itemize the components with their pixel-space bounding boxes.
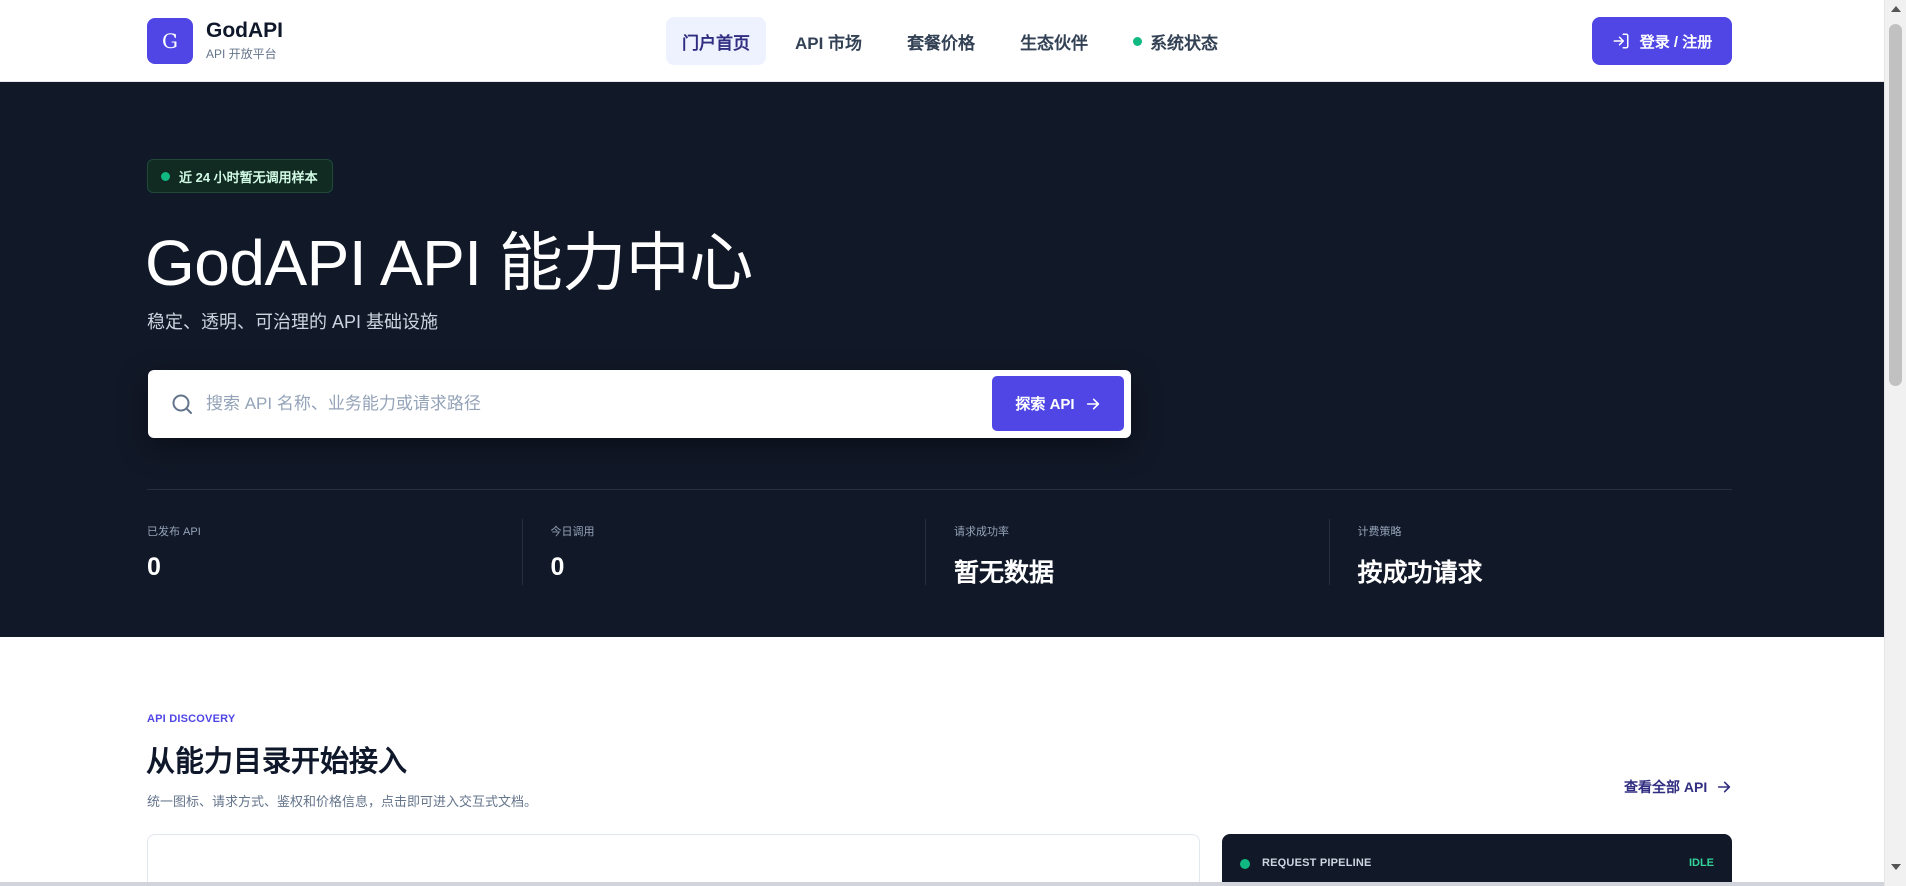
hero-section: 近 24 小时暂无调用样本 GodAPI API 能力中心 稳定、透明、可治理的… — [0, 82, 1884, 637]
pipeline-status-dot — [1240, 859, 1250, 869]
stat-label: 今日调用 — [550, 526, 595, 538]
badge-text: 近 24 小时暂无调用样本 — [179, 169, 318, 185]
section-subtitle: 统一图标、请求方式、鉴权和价格信息，点击即可进入交互式文档。 — [147, 794, 538, 809]
scrollbar-thumb[interactable] — [1889, 24, 1902, 386]
login-button[interactable]: 登录 / 注册 — [1592, 17, 1732, 65]
arrow-right-icon — [1718, 781, 1731, 793]
arrow-right-icon — [1086, 398, 1099, 409]
login-button-label: 登录 / 注册 — [1639, 33, 1713, 51]
login-icon — [1613, 33, 1629, 49]
brand-subtitle: API 开放平台 — [206, 47, 277, 61]
nav-item-partners[interactable]: 生态伙伴 — [1004, 17, 1104, 65]
scroll-down-arrow-icon[interactable] — [1891, 864, 1901, 870]
nav-item-pricing[interactable]: 套餐价格 — [891, 17, 991, 65]
api-catalog-card — [147, 834, 1200, 886]
nav-item-label: 生态伙伴 — [1020, 33, 1089, 53]
stat-label: 已发布 API — [147, 526, 201, 538]
brand-logo[interactable]: G — [147, 18, 193, 64]
nav-item-label: 系统状态 — [1150, 33, 1219, 53]
nav-item-label: API 市场 — [795, 33, 863, 53]
badge-status-dot — [161, 171, 170, 181]
section-title: 从能力目录开始接入 — [146, 746, 408, 778]
view-all-api-link[interactable]: 查看全部 API — [1624, 777, 1732, 797]
search-input[interactable] — [206, 387, 926, 421]
search-icon — [172, 394, 192, 414]
request-pipeline-panel: REQUEST PIPELINE IDLE — [1222, 834, 1732, 886]
hero-title: GodAPI API 能力中心 — [145, 227, 753, 299]
stat-label: 计费策略 — [1357, 526, 1402, 538]
main-nav: 门户首页 API 市场 套餐价格 生态伙伴 系统状态 — [666, 17, 1247, 65]
stat-value: 暂无数据 — [954, 559, 1055, 587]
stat-value: 0 — [147, 553, 161, 581]
stat-value: 0 — [550, 553, 565, 581]
view-all-label: 查看全部 API — [1624, 779, 1708, 795]
nav-item-api-market[interactable]: API 市场 — [779, 17, 878, 65]
top-header: G GodAPI API 开放平台 门户首页 API 市场 套餐价格 生态伙伴 … — [0, 0, 1884, 82]
explore-api-button[interactable]: 探索 API — [992, 376, 1124, 431]
section-eyebrow: API DISCOVERY — [147, 713, 236, 725]
stat-value: 按成功请求 — [1357, 559, 1483, 587]
status-dot — [1133, 36, 1143, 46]
viewport: G GodAPI API 开放平台 门户首页 API 市场 套餐价格 生态伙伴 … — [0, 0, 1884, 886]
stat-billing-policy: 计费策略 按成功请求 — [1328, 519, 1733, 587]
nav-item-home[interactable]: 门户首页 — [666, 17, 766, 65]
brand-name[interactable]: GodAPI — [206, 19, 283, 43]
nav-item-label: 门户首页 — [682, 33, 750, 53]
explore-api-label: 探索 API — [1015, 396, 1075, 413]
nav-item-label: 套餐价格 — [907, 33, 976, 53]
stats-row: 已发布 API 0 今日调用 0 请求成功率 暂无数据 计费策略 按成功请求 — [147, 519, 1733, 587]
nav-item-system-status[interactable]: 系统状态 — [1117, 17, 1234, 65]
activity-badge: 近 24 小时暂无调用样本 — [147, 159, 333, 193]
hero-subtitle: 稳定、透明、可治理的 API 基础设施 — [147, 312, 439, 332]
hero-divider — [147, 489, 1732, 490]
pipeline-label: REQUEST PIPELINE — [1262, 857, 1372, 869]
search-bar: 探索 API — [148, 370, 1131, 438]
scroll-up-arrow-icon[interactable] — [1891, 6, 1901, 12]
window-bottom-border — [0, 882, 1884, 886]
stat-published-api: 已发布 API 0 — [147, 519, 522, 585]
page: G GodAPI API 开放平台 门户首页 API 市场 套餐价格 生态伙伴 … — [0, 0, 1906, 886]
vertical-scrollbar[interactable] — [1884, 0, 1906, 886]
stat-label: 请求成功率 — [954, 526, 1009, 538]
stat-success-rate: 请求成功率 暂无数据 — [925, 519, 1329, 587]
pipeline-state: IDLE — [1688, 857, 1714, 869]
stat-today-calls: 今日调用 0 — [521, 519, 926, 585]
